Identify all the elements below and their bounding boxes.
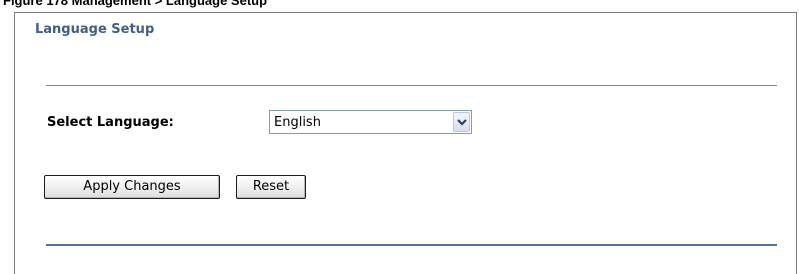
apply-changes-button[interactable]: Apply Changes [44,175,220,199]
page-title: Language Setup [35,22,155,37]
select-language-label: Select Language: [47,115,174,130]
bottom-divider [46,244,777,246]
chevron-down-icon [457,119,467,126]
dropdown-button[interactable] [453,112,470,132]
language-select[interactable]: English [269,110,472,134]
figure-caption: Figure 178 Management > Language Setup [0,0,799,12]
top-divider [46,85,777,86]
language-setup-panel [14,12,797,274]
figure-caption-text: Figure 178 Management > Language Setup [3,0,268,8]
language-select-value: English [274,115,321,130]
reset-button[interactable]: Reset [236,175,306,199]
